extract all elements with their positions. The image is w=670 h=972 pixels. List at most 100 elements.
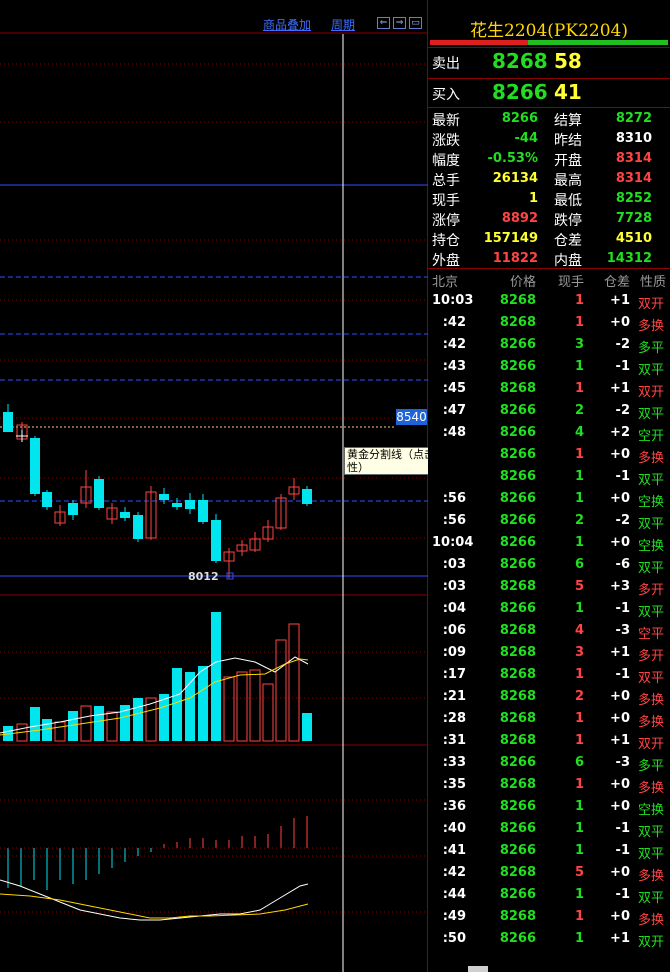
tick-time: :49 xyxy=(442,909,466,924)
quote-value: 14312 xyxy=(606,251,652,266)
candle xyxy=(172,503,182,507)
tick-row[interactable]: :49 8268 1 +0 多换 xyxy=(428,907,670,929)
quote-value: 26134 xyxy=(492,171,538,186)
tick-row[interactable]: 8266 1 -1 双平 xyxy=(428,467,670,489)
sell-price[interactable]: 8268 xyxy=(492,49,548,73)
tick-row[interactable]: :06 8268 4 -3 空平 xyxy=(428,621,670,643)
tick-row[interactable]: 8266 1 +0 多换 xyxy=(428,445,670,467)
quote-value: 8310 xyxy=(615,131,652,146)
tick-vol: 6 xyxy=(574,557,584,572)
tick-price: 8266 xyxy=(499,469,536,484)
tick-chg: +0 xyxy=(610,315,630,330)
tick-price: 8266 xyxy=(499,535,536,550)
tick-row[interactable]: :56 8266 2 -2 双平 xyxy=(428,511,670,533)
nav-right-icon[interactable]: ⇒ xyxy=(393,17,406,29)
tick-chg: -1 xyxy=(615,821,630,836)
tick-chg: -2 xyxy=(615,337,630,352)
tick-row[interactable]: :50 8266 1 +1 双开 xyxy=(428,929,670,951)
tick-row[interactable]: :35 8268 1 +0 多换 xyxy=(428,775,670,797)
tick-price: 8268 xyxy=(499,865,536,880)
tick-vol: 1 xyxy=(574,601,584,616)
tick-row[interactable]: :17 8268 1 -1 双平 xyxy=(428,665,670,687)
overlay-link[interactable]: 商品叠加 xyxy=(263,16,311,33)
fib-lines xyxy=(0,184,428,577)
quote-value: 157149 xyxy=(483,231,538,246)
tick-vol: 1 xyxy=(574,447,584,462)
candle xyxy=(302,489,312,504)
quote-value: 8272 xyxy=(615,111,652,126)
tick-row[interactable]: :47 8266 2 -2 双平 xyxy=(428,401,670,423)
tick-time: :28 xyxy=(442,711,466,726)
tick-row[interactable]: :03 8268 5 +3 多开 xyxy=(428,577,670,599)
tick-chg: +0 xyxy=(610,777,630,792)
tick-time: :41 xyxy=(442,843,466,858)
tick-row[interactable]: :45 8268 1 +1 双开 xyxy=(428,379,670,401)
tick-nat: 双平 xyxy=(638,847,665,862)
tick-nat: 多开 xyxy=(638,583,665,598)
tick-row[interactable]: :41 8266 1 -1 双平 xyxy=(428,841,670,863)
tick-time: 10:04 xyxy=(432,535,474,550)
tick-nat: 多换 xyxy=(638,869,665,884)
tick-price: 8268 xyxy=(499,733,536,748)
tick-row[interactable]: :42 8266 3 -2 多平 xyxy=(428,335,670,357)
tick-chg: -1 xyxy=(615,469,630,484)
tick-vol: 1 xyxy=(574,469,584,484)
tick-chg: -6 xyxy=(615,557,630,572)
tick-row[interactable]: :48 8266 4 +2 空开 xyxy=(428,423,670,445)
tick-nat: 多换 xyxy=(638,715,665,730)
tick-price: 8268 xyxy=(499,381,536,396)
tick-time: :56 xyxy=(442,513,466,528)
quote-label: 内盘 xyxy=(554,253,582,269)
quote-value: 8314 xyxy=(615,151,652,166)
kline-chart-area[interactable]: 商品叠加 周期 ⇐ ⇒ ▭ 8540 黄金分割线（点击右键修改属性） 8533.… xyxy=(0,0,498,972)
tick-vol: 6 xyxy=(574,755,584,770)
tick-vol: 1 xyxy=(574,843,584,858)
tick-row[interactable]: :03 8266 6 -6 双平 xyxy=(428,555,670,577)
nav-left-icon[interactable]: ⇐ xyxy=(377,17,390,29)
tick-time: :21 xyxy=(442,689,466,704)
tick-row[interactable]: 10:03 8268 1 +1 双开 xyxy=(428,291,670,313)
tick-price: 8268 xyxy=(499,777,536,792)
tick-vol: 4 xyxy=(574,425,584,440)
tick-time: :40 xyxy=(442,821,466,836)
tick-row[interactable]: :44 8266 1 -1 双平 xyxy=(428,885,670,907)
tick-row[interactable]: :09 8268 3 +1 多开 xyxy=(428,643,670,665)
tick-row[interactable]: :31 8268 1 +1 双开 xyxy=(428,731,670,753)
tick-row[interactable]: :21 8268 2 +0 多换 xyxy=(428,687,670,709)
candle xyxy=(198,500,208,522)
tick-chg: +1 xyxy=(610,733,630,748)
tick-row[interactable]: :43 8266 1 -1 双平 xyxy=(428,357,670,379)
tick-chg: +1 xyxy=(610,931,630,946)
tick-vol: 5 xyxy=(574,865,584,880)
period-link[interactable]: 周期 xyxy=(331,16,355,33)
tick-vol: 2 xyxy=(574,513,584,528)
ticks-head-price: 价格 xyxy=(510,275,537,290)
tick-row[interactable]: :42 8268 5 +0 多换 xyxy=(428,863,670,885)
tick-row[interactable]: :42 8268 1 +0 多换 xyxy=(428,313,670,335)
divider xyxy=(428,47,670,48)
tick-nat: 双平 xyxy=(638,473,665,488)
tick-nat: 双平 xyxy=(638,891,665,906)
tick-row[interactable]: :40 8266 1 -1 双平 xyxy=(428,819,670,841)
tick-nat: 双平 xyxy=(638,363,665,378)
tick-nat: 双开 xyxy=(638,297,665,312)
buy-price[interactable]: 8266 xyxy=(492,80,548,104)
candle xyxy=(3,412,13,432)
tick-nat: 多开 xyxy=(638,649,665,664)
tick-price: 8266 xyxy=(499,843,536,858)
tick-chg: +0 xyxy=(610,799,630,814)
tick-row[interactable]: :56 8266 1 +0 空换 xyxy=(428,489,670,511)
tick-row[interactable]: :04 8266 1 -1 双平 xyxy=(428,599,670,621)
nav-expand-icon[interactable]: ▭ xyxy=(409,17,422,29)
contract-title[interactable]: 花生2204(PK2204) xyxy=(428,16,670,41)
tick-row[interactable]: :28 8268 1 +0 多换 xyxy=(428,709,670,731)
quote-value: 7728 xyxy=(615,211,652,226)
tick-row[interactable]: 10:04 8266 1 +0 空换 xyxy=(428,533,670,555)
tick-row[interactable]: :36 8266 1 +0 空换 xyxy=(428,797,670,819)
tick-chg: +0 xyxy=(610,535,630,550)
tick-vol: 1 xyxy=(574,293,584,308)
tick-vol: 3 xyxy=(574,645,584,660)
quote-label: 昨结 xyxy=(554,133,582,149)
tick-price: 8268 xyxy=(499,711,536,726)
tick-row[interactable]: :33 8266 6 -3 多平 xyxy=(428,753,670,775)
